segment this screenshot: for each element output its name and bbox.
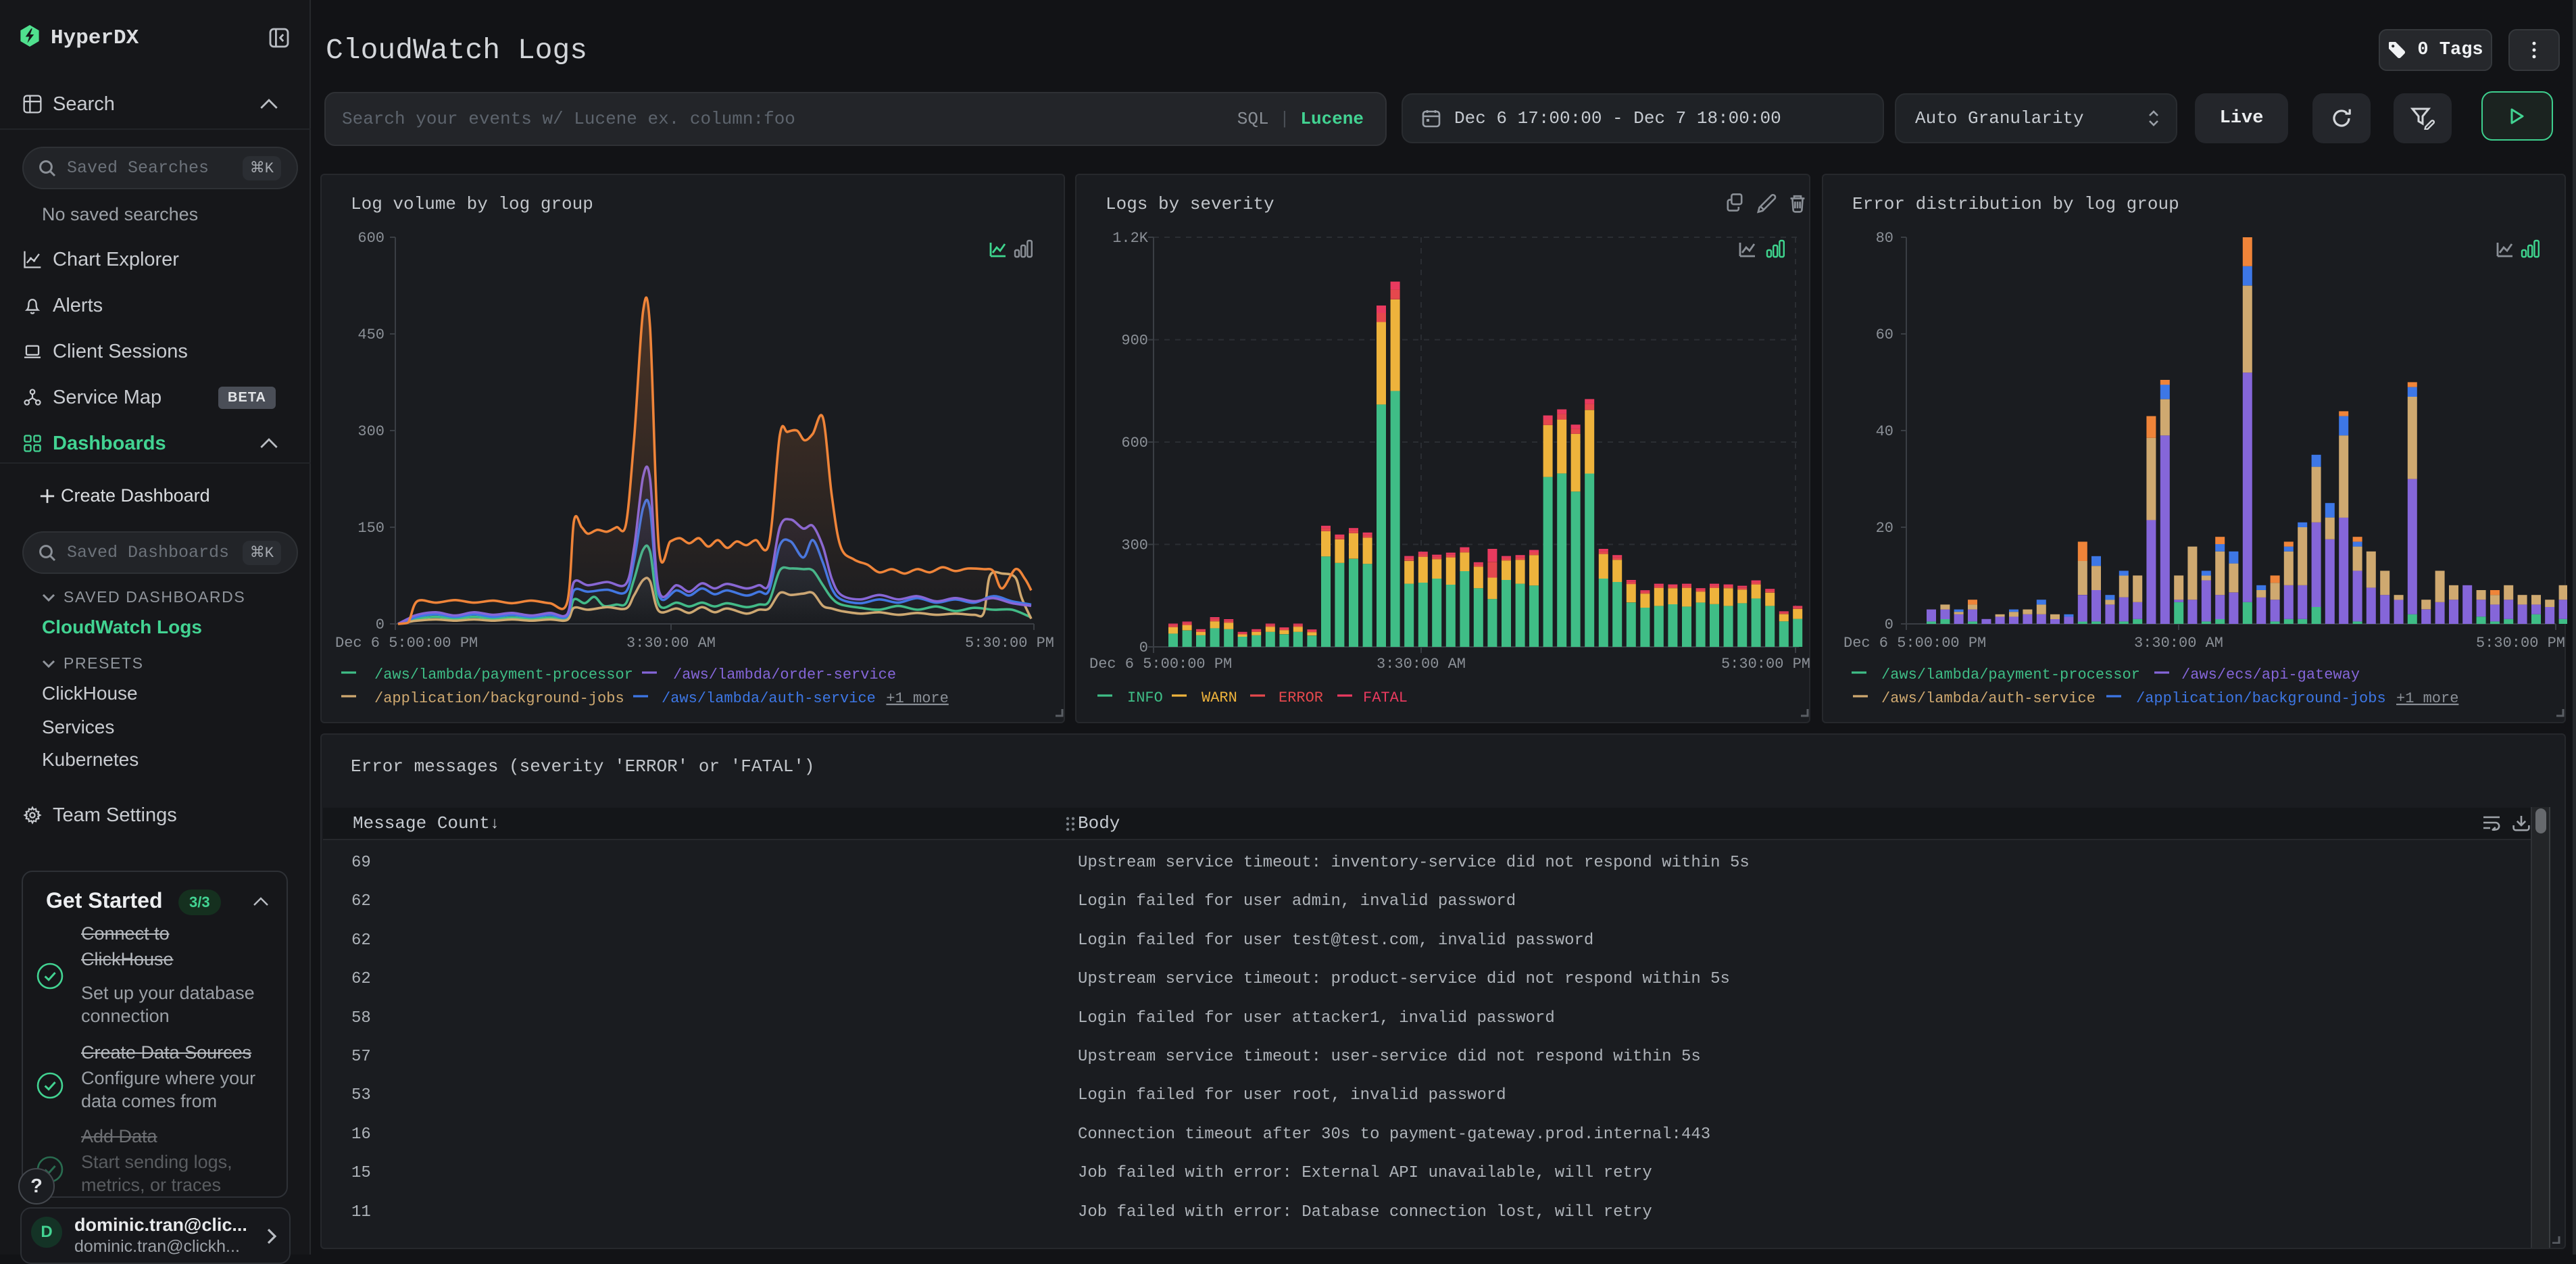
svg-text:300: 300 bbox=[1121, 537, 1148, 554]
svg-text:Log volume by log group: Log volume by log group bbox=[351, 194, 593, 214]
svg-text:FATAL: FATAL bbox=[1363, 689, 1408, 706]
svg-text:Logs by severity: Logs by severity bbox=[1106, 194, 1274, 214]
svg-text:/aws/lambda/payment-processor: /aws/lambda/payment-processor bbox=[374, 666, 633, 683]
svg-text:/application/background-jobs: /application/background-jobs bbox=[374, 690, 624, 707]
svg-text:5:30:00 PM: 5:30:00 PM bbox=[1721, 656, 1810, 673]
svg-text:0: 0 bbox=[1139, 639, 1148, 656]
svg-text:/aws/lambda/auth-service: /aws/lambda/auth-service bbox=[662, 690, 876, 707]
svg-text:/aws/lambda/auth-service: /aws/lambda/auth-service bbox=[1881, 690, 2096, 707]
svg-text:ERROR: ERROR bbox=[1279, 689, 1323, 706]
svg-text:/application/background-jobs: /application/background-jobs bbox=[2136, 690, 2386, 707]
svg-text:Dec 6 5:00:00 PM: Dec 6 5:00:00 PM bbox=[335, 635, 478, 652]
svg-text:Error distribution by log grou: Error distribution by log group bbox=[1852, 194, 2179, 214]
svg-text:300: 300 bbox=[357, 423, 385, 440]
svg-text:0: 0 bbox=[376, 616, 385, 633]
svg-text:/aws/ecs/api-gateway: /aws/ecs/api-gateway bbox=[2181, 666, 2360, 683]
svg-text:80: 80 bbox=[1876, 230, 1893, 247]
svg-text:3:30:00 AM: 3:30:00 AM bbox=[626, 635, 716, 652]
svg-text:600: 600 bbox=[1121, 435, 1148, 452]
svg-text:5:30:00 PM: 5:30:00 PM bbox=[965, 635, 1054, 652]
svg-text:5:30:00 PM: 5:30:00 PM bbox=[2476, 635, 2565, 652]
svg-text:3:30:00 AM: 3:30:00 AM bbox=[1377, 656, 1466, 673]
svg-text:Dec 6 5:00:00 PM: Dec 6 5:00:00 PM bbox=[1089, 656, 1232, 673]
svg-text:/aws/lambda/order-service: /aws/lambda/order-service bbox=[673, 666, 896, 683]
svg-text:0: 0 bbox=[1885, 616, 1893, 633]
svg-text:+1 more: +1 more bbox=[886, 690, 948, 707]
svg-text:60: 60 bbox=[1876, 326, 1893, 343]
svg-text:/aws/lambda/payment-processor: /aws/lambda/payment-processor bbox=[1881, 666, 2140, 683]
svg-text:900: 900 bbox=[1121, 333, 1148, 349]
svg-text:600: 600 bbox=[357, 230, 385, 247]
svg-text:WARN: WARN bbox=[1202, 689, 1237, 706]
svg-text:450: 450 bbox=[357, 326, 385, 343]
svg-text:20: 20 bbox=[1876, 520, 1893, 537]
svg-text:150: 150 bbox=[357, 520, 385, 537]
svg-text:INFO: INFO bbox=[1127, 689, 1163, 706]
svg-text:+1 more: +1 more bbox=[2396, 690, 2458, 707]
svg-text:3:30:00 AM: 3:30:00 AM bbox=[2134, 635, 2223, 652]
svg-text:1.2K: 1.2K bbox=[1112, 230, 1149, 247]
svg-text:40: 40 bbox=[1876, 423, 1893, 440]
svg-text:Dec 6 5:00:00 PM: Dec 6 5:00:00 PM bbox=[1843, 635, 1986, 652]
